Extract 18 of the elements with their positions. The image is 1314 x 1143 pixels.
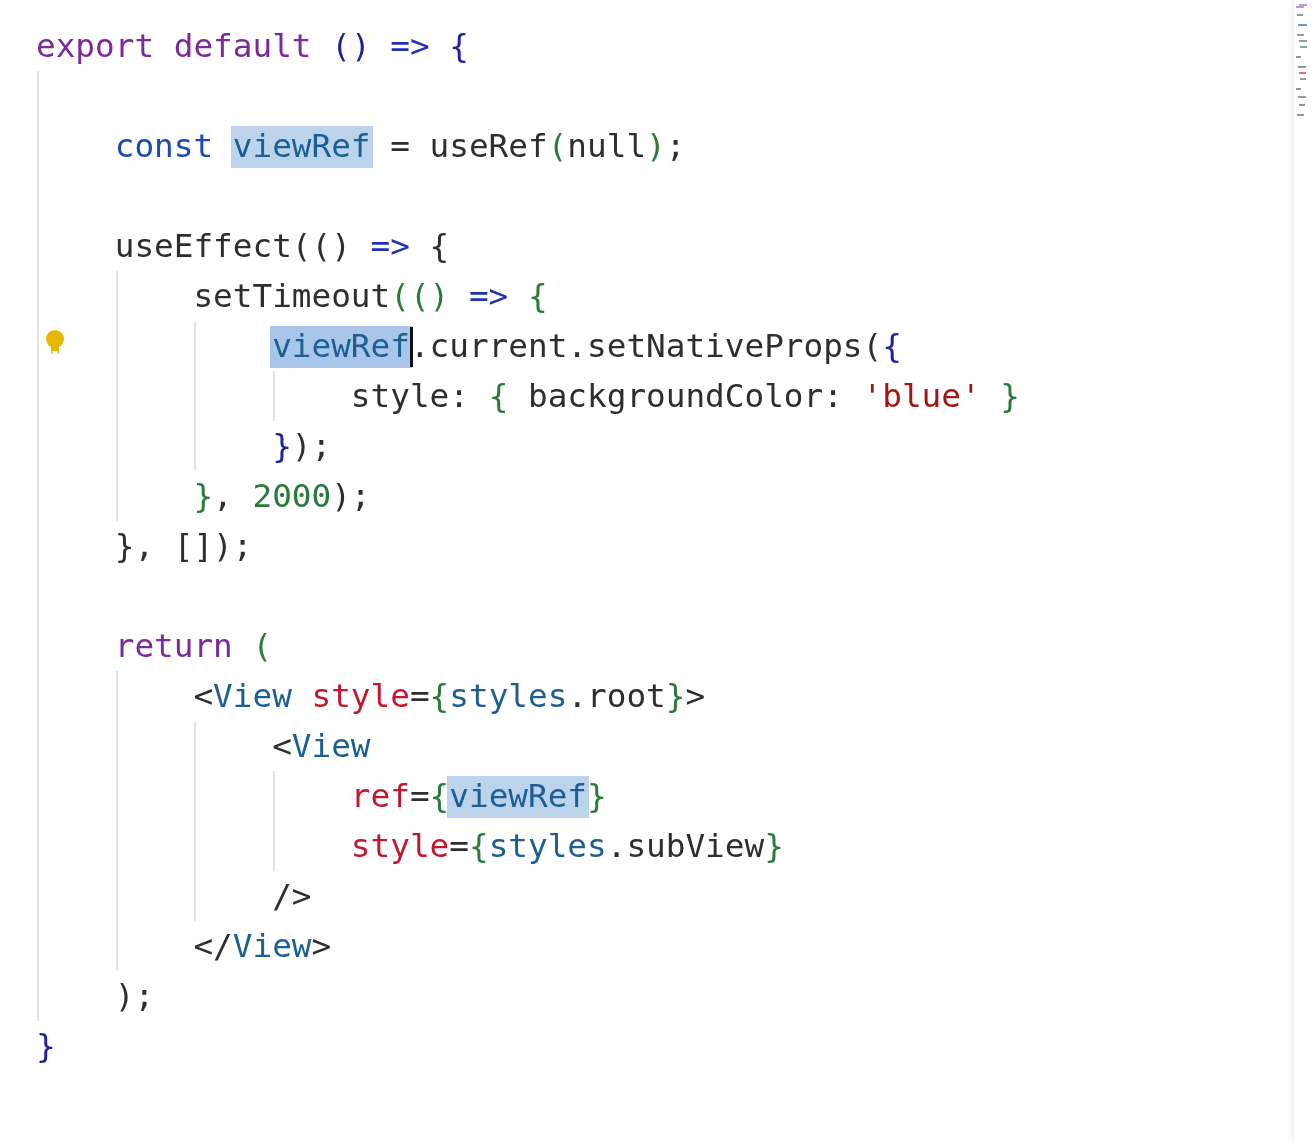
code-line: <View [272,726,371,767]
code-line: setTimeout(() => { [193,276,548,317]
code-line: </View> [193,926,332,967]
code-line: return ( [114,626,273,667]
code-line: viewRef.current.setNativeProps({ [272,326,902,367]
code-line: style: { backgroundColor: 'blue' } [350,376,1020,417]
code-line: export default () => { [36,26,469,67]
code-line: }); [272,426,332,467]
code-line: }, []); [114,526,253,567]
code-line: <View style={styles.root}> [193,676,706,717]
code-line: ref={viewRef} [350,776,607,817]
code-line: const viewRef = useRef(null); [114,126,686,167]
code-line: useEffect(() => { [114,226,450,267]
code-line: /> [272,876,312,917]
code-line: } [36,1026,56,1067]
code-line: style={styles.subView} [350,826,784,867]
code-line: ); [114,976,155,1017]
code-line: }, 2000); [193,476,371,517]
